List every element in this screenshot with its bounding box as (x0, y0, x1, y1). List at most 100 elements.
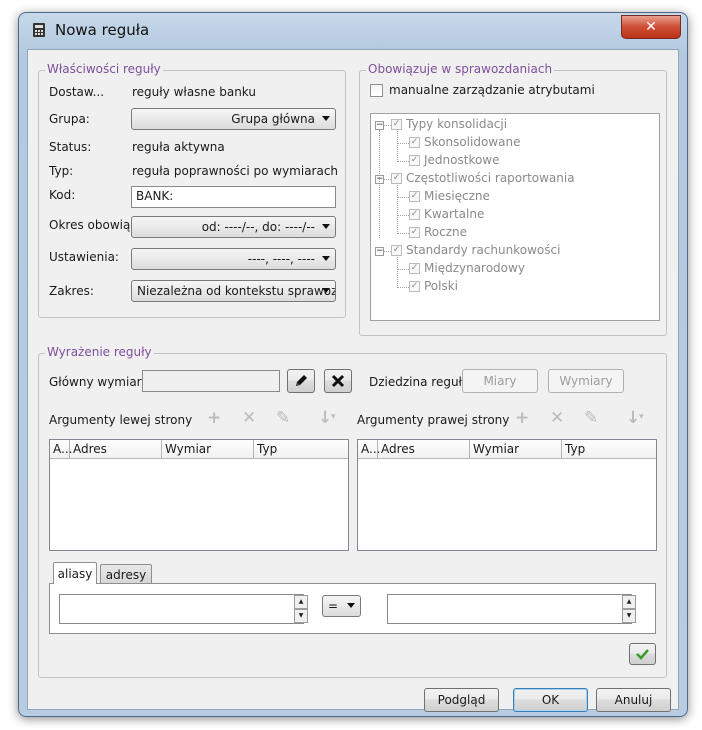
title-bar: Nowa reguła (31, 21, 149, 39)
tree-checkbox[interactable]: ✓ (409, 190, 420, 202)
type-label: Typ: (49, 164, 74, 178)
tree-checkbox[interactable]: ✓ (391, 244, 402, 256)
tree-checkbox[interactable]: ✓ (391, 118, 402, 130)
scope-label: Zakres: (49, 284, 94, 298)
column-header[interactable]: A... (358, 440, 380, 458)
right-args-label: Argumenty prawej strony (357, 413, 510, 427)
tree-checkbox[interactable]: ✓ (409, 208, 420, 220)
spin-down-icon[interactable]: ▼ (622, 609, 636, 623)
tree-connector (397, 131, 398, 162)
tree-node-label: Typy konsolidacji (406, 117, 508, 131)
edit-icon[interactable]: ✎ (276, 408, 290, 428)
tree-node[interactable]: ✓ Polski (409, 279, 458, 293)
window-title: Nowa reguła (55, 21, 150, 39)
tree-checkbox[interactable]: ✓ (409, 136, 420, 148)
scope-combo[interactable]: Niezależna od kontekstu sprawoz... (131, 280, 336, 302)
manual-attributes-checkbox[interactable] (370, 84, 383, 97)
status-label: Status: (49, 140, 92, 154)
properties-group: Właściwości reguły Dostaw... reguły włas… (38, 62, 346, 318)
tree-connector (397, 143, 409, 144)
tree-checkbox[interactable]: ✓ (409, 154, 420, 166)
delete-icon[interactable]: ✕ (242, 408, 256, 428)
column-header[interactable]: Adres (378, 440, 470, 458)
column-header[interactable]: Wymiar (470, 440, 562, 458)
main-dimension-label: Główny wymiar: (49, 375, 146, 389)
tree-node-label: Częstotliwości raportowania (406, 171, 575, 185)
tree-connector (397, 161, 409, 162)
tree-node[interactable]: ✓ Skonsolidowane (409, 135, 520, 149)
tree-expander-icon[interactable]: − (375, 247, 384, 256)
tree-node[interactable]: ✓ Kwartalne (409, 207, 484, 221)
preview-button[interactable]: Podgląd (424, 688, 499, 712)
column-header[interactable]: Typ (562, 440, 656, 458)
left-expression-input[interactable] (59, 594, 304, 624)
tree-node[interactable]: ✓ Typy konsolidacji (391, 117, 507, 131)
tree-checkbox[interactable]: ✓ (409, 226, 420, 238)
dropdown-arrow-icon[interactable]: ▾ (331, 412, 336, 422)
left-expression-spinner[interactable]: ▲ ▼ (294, 595, 308, 623)
right-expression-input[interactable] (387, 594, 632, 624)
spin-up-icon[interactable]: ▲ (622, 595, 636, 609)
tree-node-label: Roczne (424, 225, 468, 239)
tree-checkbox[interactable]: ✓ (409, 262, 420, 274)
tree-expander-icon[interactable]: − (375, 121, 384, 130)
tab-aliases[interactable]: aliasy (53, 562, 97, 584)
expression-group: Wyrażenie reguły Główny wymiar: Dziedzin… (38, 345, 667, 678)
group-label: Grupa: (49, 112, 90, 126)
tree-connector (397, 287, 409, 288)
spin-up-icon[interactable]: ▲ (294, 595, 308, 609)
tree-node[interactable]: ✓ Częstotliwości raportowania (391, 171, 575, 185)
tree-node-label: Skonsolidowane (424, 135, 521, 149)
dimensions-button-label: Wymiary (559, 374, 613, 388)
column-header[interactable]: A... (50, 440, 72, 458)
ok-button-label: OK (541, 693, 560, 707)
operator-value: = (328, 599, 339, 613)
group-combo[interactable]: Grupa główna (131, 108, 336, 130)
dialog-client: Właściwości reguły Dostaw... reguły włas… (27, 49, 679, 712)
period-combo[interactable]: od: ----/--, do: ----/-- (131, 216, 336, 238)
right-expression-spinner[interactable]: ▲ ▼ (622, 595, 636, 623)
tree-connector (384, 125, 391, 126)
pencil-icon (296, 375, 307, 386)
calculator-icon (33, 23, 45, 37)
tree-node[interactable]: ✓ Standardy rachunkowości (391, 243, 560, 257)
domain-label: Dziedzina reguły: (369, 375, 473, 389)
tree-checkbox[interactable]: ✓ (409, 280, 420, 292)
dimensions-button[interactable]: Wymiary (548, 369, 624, 393)
tree-node[interactable]: ✓ Międzynarodowy (409, 261, 525, 275)
confirm-expression-button[interactable] (629, 643, 656, 665)
add-icon[interactable]: + (515, 408, 529, 428)
cancel-button[interactable]: Anuluj (596, 688, 671, 712)
tree-checkbox[interactable]: ✓ (391, 172, 402, 184)
settings-combo[interactable]: ----, ----, ---- (131, 248, 336, 270)
code-input[interactable]: BANK: (131, 186, 336, 208)
measures-button[interactable]: Miary (462, 369, 538, 393)
close-x-icon (331, 374, 345, 388)
tree-node[interactable]: ✓ Miesięczne (409, 189, 490, 203)
main-dimension-input[interactable] (142, 370, 280, 392)
column-header[interactable]: Typ (254, 440, 348, 458)
column-header[interactable]: Adres (70, 440, 162, 458)
provider-label: Dostaw... (49, 85, 105, 99)
tree-node-label: Polski (424, 279, 459, 293)
left-args-grid[interactable]: A... Adres Wymiar Typ (49, 439, 349, 551)
reports-tree[interactable]: − ✓ Typy konsolidacji ✓ Skonsolidowane ✓ Jedno… (370, 113, 660, 321)
ok-button[interactable]: OK (513, 688, 588, 712)
operator-combo[interactable]: = (322, 595, 361, 617)
tree-node[interactable]: ✓ Roczne (409, 225, 467, 239)
close-button[interactable]: ✕ (621, 15, 681, 39)
right-args-grid[interactable]: A... Adres Wymiar Typ (357, 439, 657, 551)
column-header[interactable]: Wymiar (162, 440, 254, 458)
expression-group-title: Wyrażenie reguły (45, 345, 154, 359)
delete-icon[interactable]: ✕ (550, 408, 564, 428)
add-icon[interactable]: + (207, 408, 221, 428)
spin-down-icon[interactable]: ▼ (294, 609, 308, 623)
edit-dimension-button[interactable] (287, 369, 315, 393)
edit-icon[interactable]: ✎ (584, 408, 598, 428)
tree-node[interactable]: ✓ Jednostkowe (409, 153, 500, 167)
dropdown-arrow-icon[interactable]: ▾ (639, 412, 644, 422)
tab-addresses[interactable]: adresy (100, 564, 152, 584)
tree-connector (397, 257, 398, 288)
clear-dimension-button[interactable] (324, 369, 352, 393)
group-combo-value: Grupa główna (231, 112, 315, 126)
